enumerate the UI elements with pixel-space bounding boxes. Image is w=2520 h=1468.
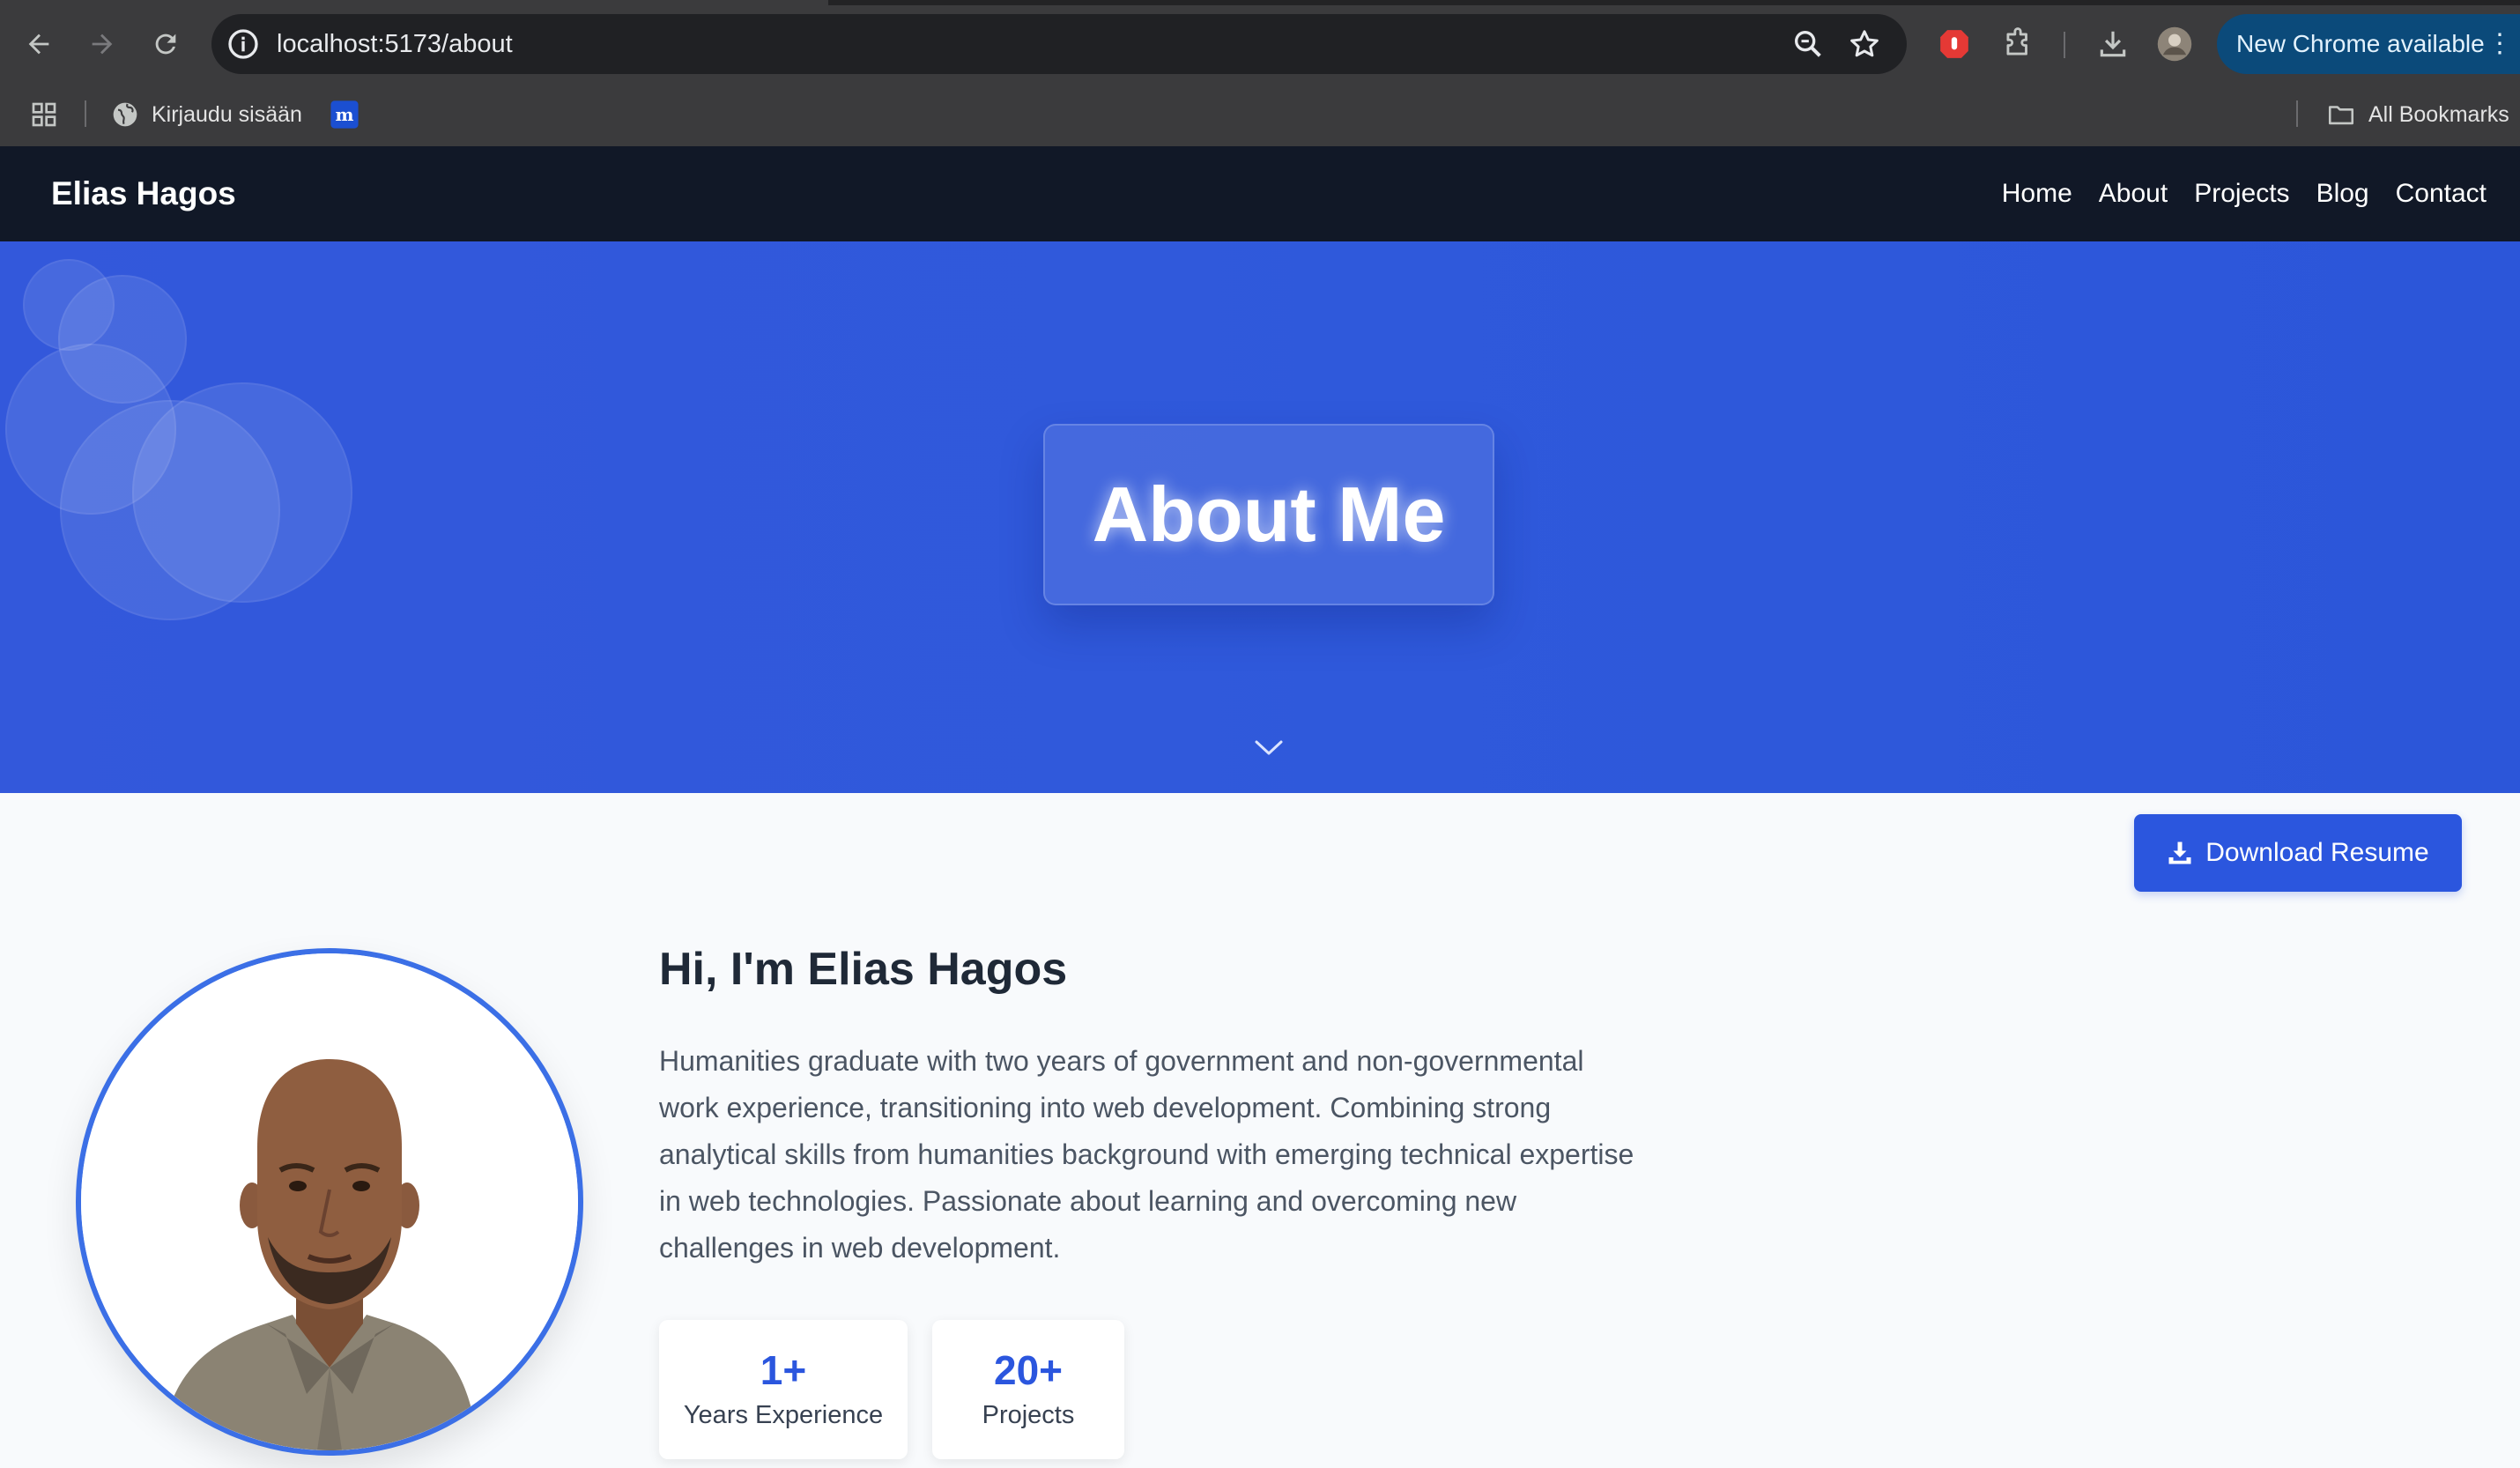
stat-card-projects: 20+ Projects [932, 1320, 1124, 1459]
forward-button[interactable] [78, 19, 127, 69]
more-menu-icon[interactable]: ⋮ [2487, 14, 2513, 74]
folder-icon [2328, 106, 2354, 125]
stat-value: 20+ [993, 1347, 1064, 1393]
browser-toolbar: localhost:5173/about New Chrome availabl… [0, 5, 2520, 83]
profile-photo [76, 948, 583, 1456]
chevron-down-icon[interactable] [1249, 735, 1288, 760]
nav-link-home[interactable]: Home [2002, 179, 2072, 209]
greeting-heading: Hi, I'm Elias Hagos [659, 944, 1068, 995]
bookmarks-bar: Kirjaudu sisään m All Bookmarks [0, 83, 2520, 146]
all-bookmarks-separator [2296, 100, 2298, 127]
url-text[interactable]: localhost:5173/about [277, 14, 513, 74]
nav-link-blog[interactable]: Blog [2316, 179, 2369, 209]
new-chrome-available-button[interactable]: New Chrome available ⋮ [2217, 14, 2520, 74]
browser-chrome: localhost:5173/about New Chrome availabl… [0, 0, 2520, 146]
nav-links: Home About Projects Blog Contact [1975, 146, 2487, 241]
update-label: New Chrome available [2236, 30, 2485, 57]
bio-paragraph: Humanities graduate with two years of go… [659, 1045, 1634, 1264]
bookmark-kirjaudu[interactable]: Kirjaudu sisään [111, 95, 302, 134]
stat-value: 1+ [760, 1347, 807, 1393]
page-title: About Me [1092, 471, 1446, 558]
all-bookmarks-button[interactable]: All Bookmarks [2326, 95, 2509, 134]
hero-title-card: About Me [1043, 424, 1494, 605]
reload-button[interactable] [141, 19, 190, 69]
extensions-button[interactable] [1998, 25, 2037, 63]
site-info-icon[interactable] [226, 26, 261, 62]
downloads-button[interactable] [2094, 25, 2132, 63]
site-navbar: Elias Hagos Home About Projects Blog Con… [0, 146, 2520, 241]
nav-link-contact[interactable]: Contact [2396, 179, 2487, 209]
extension-adblock-button[interactable] [1935, 25, 1974, 63]
download-icon [2168, 842, 2191, 864]
bookmark-star-icon[interactable] [1847, 26, 1882, 62]
stat-label: Years Experience [683, 1401, 884, 1429]
zoom-icon[interactable] [1790, 26, 1826, 62]
arrow-left-icon [28, 33, 49, 55]
download-resume-label: Download Resume [2205, 838, 2429, 867]
hero-section: About Me [0, 241, 2520, 793]
reload-icon [155, 33, 176, 55]
globe-icon [113, 102, 137, 127]
address-bar[interactable]: localhost:5173/about [211, 14, 1907, 74]
profile-avatar-button[interactable] [2155, 25, 2194, 63]
puzzle-icon [2006, 27, 2027, 56]
svg-text:m: m [336, 104, 354, 125]
download-resume-button[interactable]: Download Resume [2134, 814, 2462, 892]
arrow-right-icon [92, 33, 113, 55]
apps-button[interactable] [30, 95, 70, 134]
all-bookmarks-label: All Bookmarks [2368, 101, 2509, 127]
apps-grid-icon [32, 102, 56, 127]
site-brand[interactable]: Elias Hagos [51, 146, 236, 241]
bookmarks-separator [85, 100, 86, 127]
download-icon [2100, 31, 2126, 57]
nav-link-projects[interactable]: Projects [2194, 179, 2289, 209]
nav-link-about[interactable]: About [2099, 179, 2168, 209]
stop-hand-icon [1940, 30, 1968, 58]
toolbar-separator [2064, 32, 2065, 58]
profile-avatar-icon [2157, 26, 2192, 62]
back-button[interactable] [14, 19, 63, 69]
stat-label: Projects [982, 1401, 1075, 1429]
bookmark-label: Kirjaudu sisään [152, 101, 302, 127]
portrait-image [81, 953, 578, 1450]
decorative-bubble [132, 382, 352, 603]
bookmark-m-logo[interactable]: m [330, 95, 372, 134]
m-logo-icon: m [330, 100, 359, 129]
stat-card-experience: 1+ Years Experience [659, 1320, 908, 1459]
